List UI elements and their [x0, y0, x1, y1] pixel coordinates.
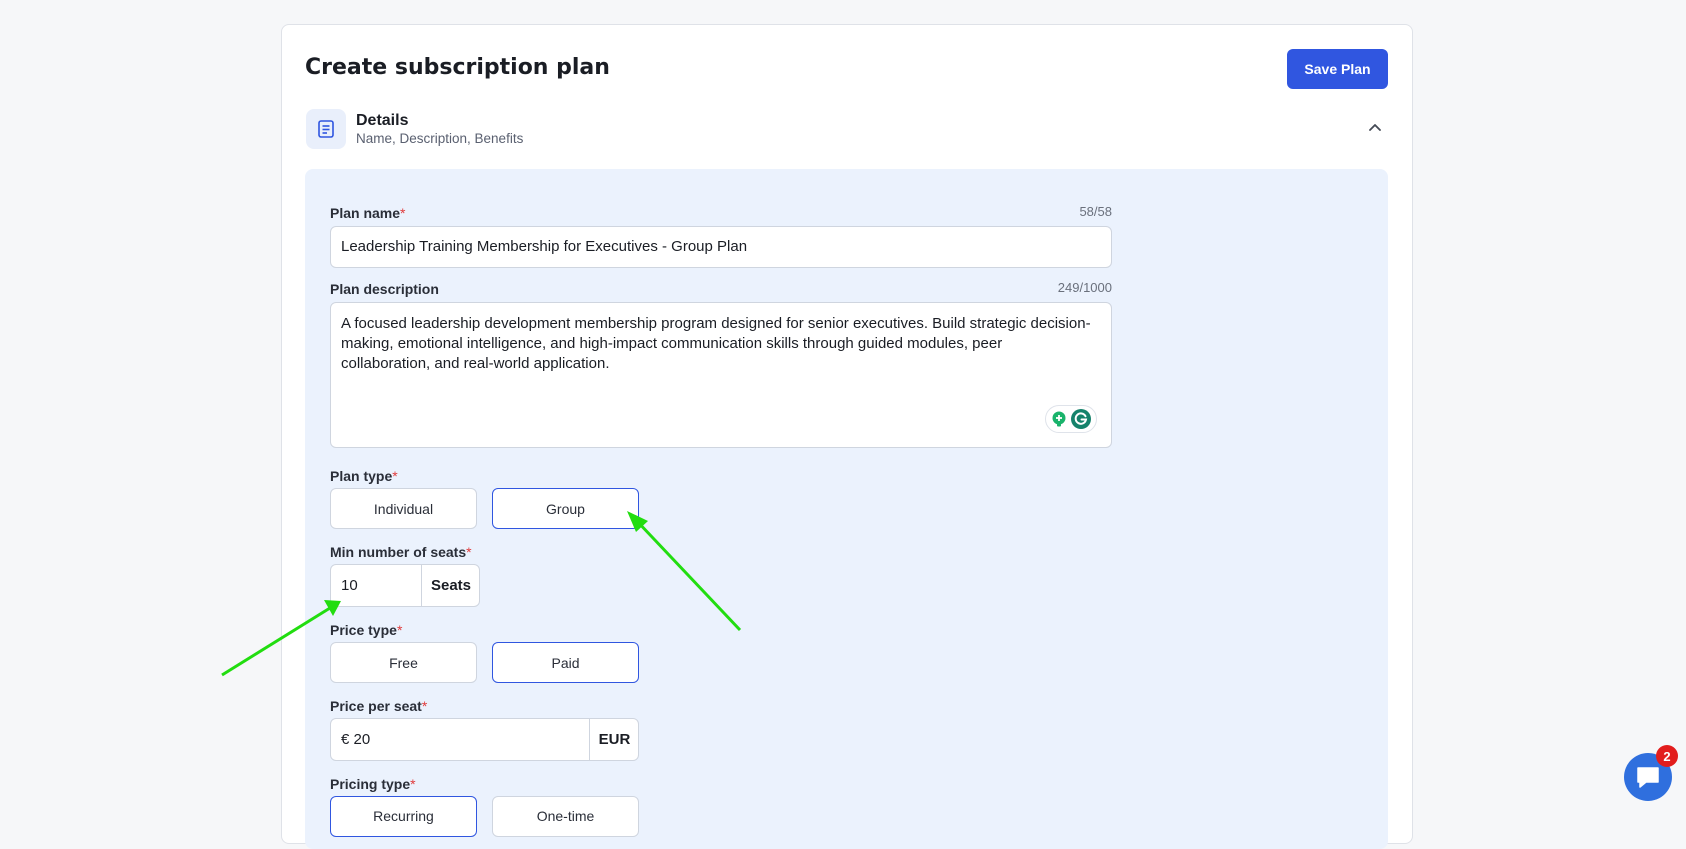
- pricing-type-recurring-button[interactable]: Recurring: [330, 796, 477, 837]
- price-per-seat-value: € 20: [341, 731, 371, 748]
- price-type-label: Price type*: [330, 622, 403, 638]
- grammarly-icon[interactable]: [1045, 405, 1097, 433]
- plan-name-value: Leadership Training Membership for Execu…: [341, 238, 748, 255]
- plan-name-counter: 58/58: [1079, 204, 1112, 219]
- plan-type-group-button[interactable]: Group: [492, 488, 639, 529]
- plan-description-label: Plan description: [330, 281, 439, 297]
- plan-description-value: A focused leadership development members…: [341, 315, 1091, 372]
- pricing-type-one-time-button[interactable]: One-time: [492, 796, 639, 837]
- plan-description-textarea[interactable]: A focused leadership development members…: [330, 302, 1112, 448]
- min-seats-value: 10: [341, 577, 358, 594]
- plan-name-label: Plan name*: [330, 205, 406, 221]
- seats-suffix: Seats: [421, 565, 480, 606]
- plan-type-individual-button[interactable]: Individual: [330, 488, 477, 529]
- chat-notification-badge: 2: [1656, 745, 1678, 767]
- price-per-seat-label: Price per seat*: [330, 698, 428, 714]
- chevron-up-icon[interactable]: [1365, 117, 1385, 137]
- plan-type-label: Plan type*: [330, 468, 398, 484]
- page-title: Create subscription plan: [305, 55, 610, 80]
- min-seats-label: Min number of seats*: [330, 544, 472, 560]
- plan-name-input[interactable]: Leadership Training Membership for Execu…: [330, 226, 1112, 268]
- price-per-seat-input[interactable]: € 20 EUR: [330, 718, 639, 761]
- price-type-free-button[interactable]: Free: [330, 642, 477, 683]
- price-type-paid-button[interactable]: Paid: [492, 642, 639, 683]
- currency-suffix: EUR: [589, 719, 639, 760]
- save-plan-button[interactable]: Save Plan: [1287, 49, 1388, 89]
- section-title: Details: [356, 112, 409, 129]
- plan-description-counter: 249/1000: [1057, 280, 1112, 295]
- pricing-type-label: Pricing type*: [330, 776, 416, 792]
- document-icon: [306, 109, 346, 149]
- section-subtitle: Name, Description, Benefits: [356, 131, 524, 146]
- min-seats-input[interactable]: 10 Seats: [330, 564, 480, 607]
